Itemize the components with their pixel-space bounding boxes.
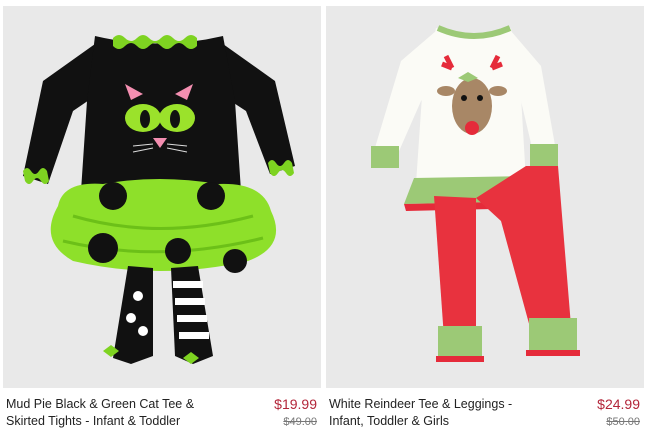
sale-price: $19.99 [274,396,317,412]
price-box: $24.99 $50.00 [597,396,640,430]
product-name[interactable]: White Reindeer Tee & Leggings - Infant, … [329,396,544,430]
product-name[interactable]: Mud Pie Black & Green Cat Tee & Skirted … [6,396,221,430]
original-price: $50.00 [606,416,640,428]
original-price: $49.00 [283,416,317,428]
product-image[interactable] [326,6,644,388]
cat-tutu-outfit-image [3,6,321,388]
product-info: White Reindeer Tee & Leggings - Infant, … [326,396,644,446]
product-card[interactable]: White Reindeer Tee & Leggings - Infant, … [326,0,644,446]
price-box: $19.99 $49.00 [274,396,317,430]
sale-price: $24.99 [597,396,640,412]
product-info: Mud Pie Black & Green Cat Tee & Skirted … [3,396,321,446]
product-grid: Mud Pie Black & Green Cat Tee & Skirted … [0,0,646,446]
reindeer-outfit-image [326,6,644,388]
product-image[interactable] [3,6,321,388]
product-card[interactable]: Mud Pie Black & Green Cat Tee & Skirted … [3,0,321,446]
